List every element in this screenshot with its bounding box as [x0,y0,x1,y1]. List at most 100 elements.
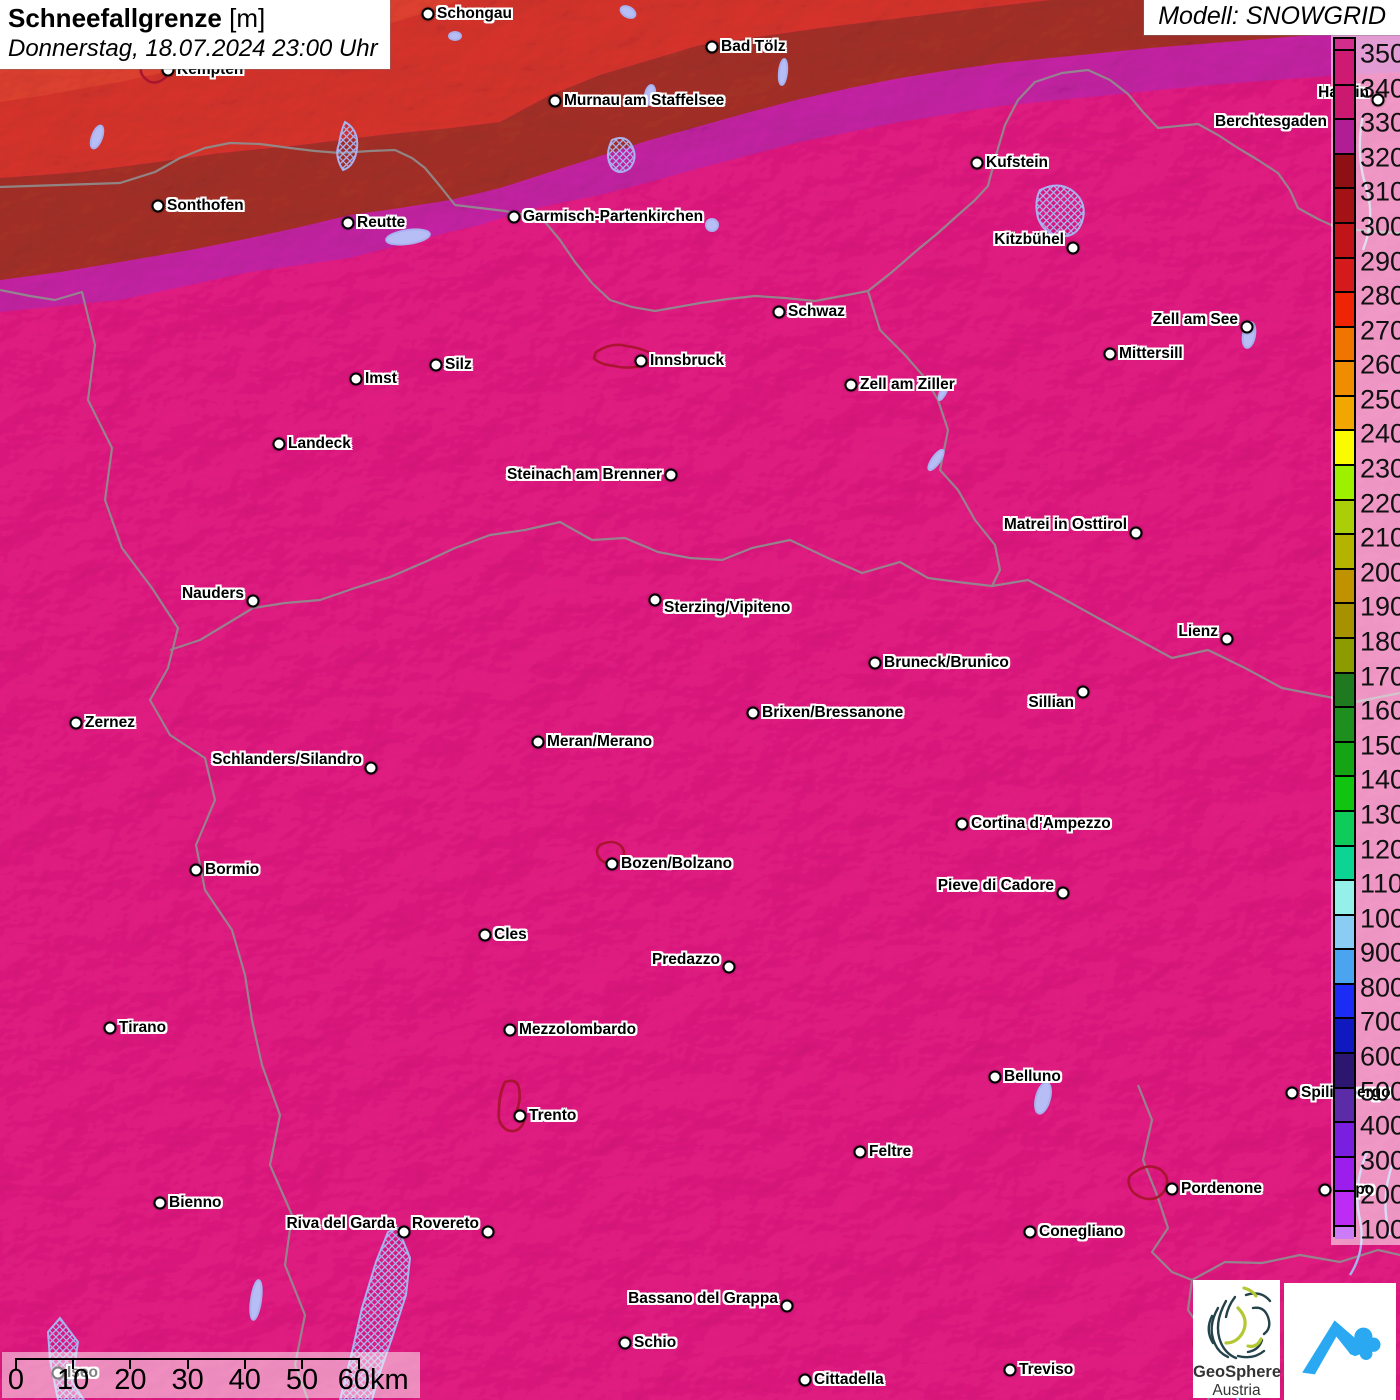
city-marker-dot [854,1146,867,1159]
city-label: Belluno [1004,1068,1061,1086]
city-marker-dot [747,707,760,720]
city-label: Schongau [437,5,512,23]
city-marker-dot [649,594,662,607]
city-marker-dot [706,41,719,54]
city-label: Predazzo [652,951,720,969]
city-label: Garmisch-Partenkirchen [523,208,703,226]
legend-tick-label: 2800 [1360,281,1400,312]
legend-segment [1335,1191,1354,1226]
city-marker-dot [532,736,545,749]
city-label: Steinach am Brenner [507,466,662,484]
legend-tick-label: 3500 [1360,39,1400,70]
city-marker-dot [1130,527,1143,540]
geosphere-country: Austria [1193,1382,1280,1400]
city-label: Bozen/Bolzano [621,855,732,873]
city-marker-dot [773,306,786,319]
legend-segment [1335,949,1354,984]
city-label: Meran/Merano [547,733,652,751]
city-marker-dot [1067,242,1080,255]
city-marker-dot [508,211,521,224]
legend-segment [1335,361,1354,396]
legend-segment [1335,742,1354,777]
legend-tick-label: 1000 [1360,903,1400,934]
legend-segment [1335,638,1354,673]
legend-segment [1335,603,1354,638]
legend-segment [1335,984,1354,1019]
city-marker-dot [989,1071,1002,1084]
city-marker-dot [1221,633,1234,646]
legend-tick-label: 3300 [1360,108,1400,139]
city-label: Nauders [182,585,244,603]
city-marker-dot [70,717,83,730]
city-label: Riva del Garda [286,1215,395,1233]
legend-segment [1335,915,1354,950]
city-label: Schlanders/Silandro [212,751,362,769]
legend-tick-label: 2600 [1360,350,1400,381]
legend-tick-label: 2200 [1360,488,1400,519]
legend-tick-label: 1100 [1360,869,1400,900]
legend-segment [1335,1157,1354,1192]
legend-tick-label: 1900 [1360,592,1400,623]
scalebar-label: 60km [338,1364,409,1397]
scalebar-label: 0 [8,1364,24,1397]
city-layer: SchongauBad TölzKemptenMurnau am Staffel… [0,0,1400,1400]
scalebar-label: 10 [57,1364,89,1397]
city-marker-dot [1077,686,1090,699]
city-label: Pieve di Cadore [938,877,1054,895]
city-marker-dot [514,1110,527,1123]
city-marker-dot [1166,1183,1179,1196]
city-marker-dot [479,929,492,942]
legend-segment [1335,188,1354,223]
city-label: Murnau am Staffelsee [564,92,724,110]
city-label: Cles [494,926,527,944]
city-label: Bienno [169,1194,222,1212]
city-marker-dot [1241,321,1254,334]
legend-tick-label: 700 [1360,1007,1400,1038]
legend-tick-label: 2500 [1360,384,1400,415]
city-label: Rovereto [412,1215,479,1233]
city-label: Trento [529,1107,576,1125]
city-label: Tirano [119,1019,166,1037]
scalebar-label: 30 [171,1364,203,1397]
city-marker-dot [104,1022,117,1035]
city-marker-dot [398,1226,411,1239]
city-marker-dot [342,217,355,230]
city-marker-dot [365,762,378,775]
legend-segment [1335,1122,1354,1157]
city-label: Bad Tölz [721,38,786,56]
legend-segment [1335,50,1354,85]
legend-tick-label: 900 [1360,938,1400,969]
city-label: Silz [445,356,472,374]
legend-tick-label: 2700 [1360,315,1400,346]
legend-tick-label: 200 [1360,1180,1400,1211]
geosphere-contour-icon [1200,1284,1274,1360]
city-marker-dot [504,1024,517,1037]
legend-tick-label: 3400 [1360,73,1400,104]
geosphere-org-name: GeoSphere [1193,1363,1280,1382]
city-marker-dot [1104,348,1117,361]
legend-tick-label: 600 [1360,1042,1400,1073]
legend-tick-label: 2000 [1360,557,1400,588]
city-marker-dot [665,469,678,482]
city-label: Kufstein [986,154,1048,172]
city-label: Mezzolombardo [519,1021,636,1039]
scalebar-label: 50 [286,1364,318,1397]
legend-segment [1335,673,1354,708]
legend-tick-label: 3100 [1360,177,1400,208]
city-label: Schwaz [788,303,845,321]
city-label: Schio [634,1334,676,1352]
city-label: Mittersill [1119,345,1183,363]
city-label: Reutte [357,214,405,232]
legend-tick-label: 800 [1360,972,1400,1003]
city-label: Cortina d'Ampezzo [971,815,1111,833]
legend-segment [1335,569,1354,604]
page-title: Schneefallgrenze [m] [8,3,378,34]
city-label: Matrei in Osttirol [1004,516,1127,534]
city-label: Conegliano [1039,1223,1123,1241]
legend-segment [1335,534,1354,569]
legend-tick-label: 1500 [1360,730,1400,761]
legend-tick-label: 300 [1360,1145,1400,1176]
title-box: Schneefallgrenze [m] Donnerstag, 18.07.2… [0,0,390,69]
scalebar-label: 20 [114,1364,146,1397]
legend-segment [1335,465,1354,500]
